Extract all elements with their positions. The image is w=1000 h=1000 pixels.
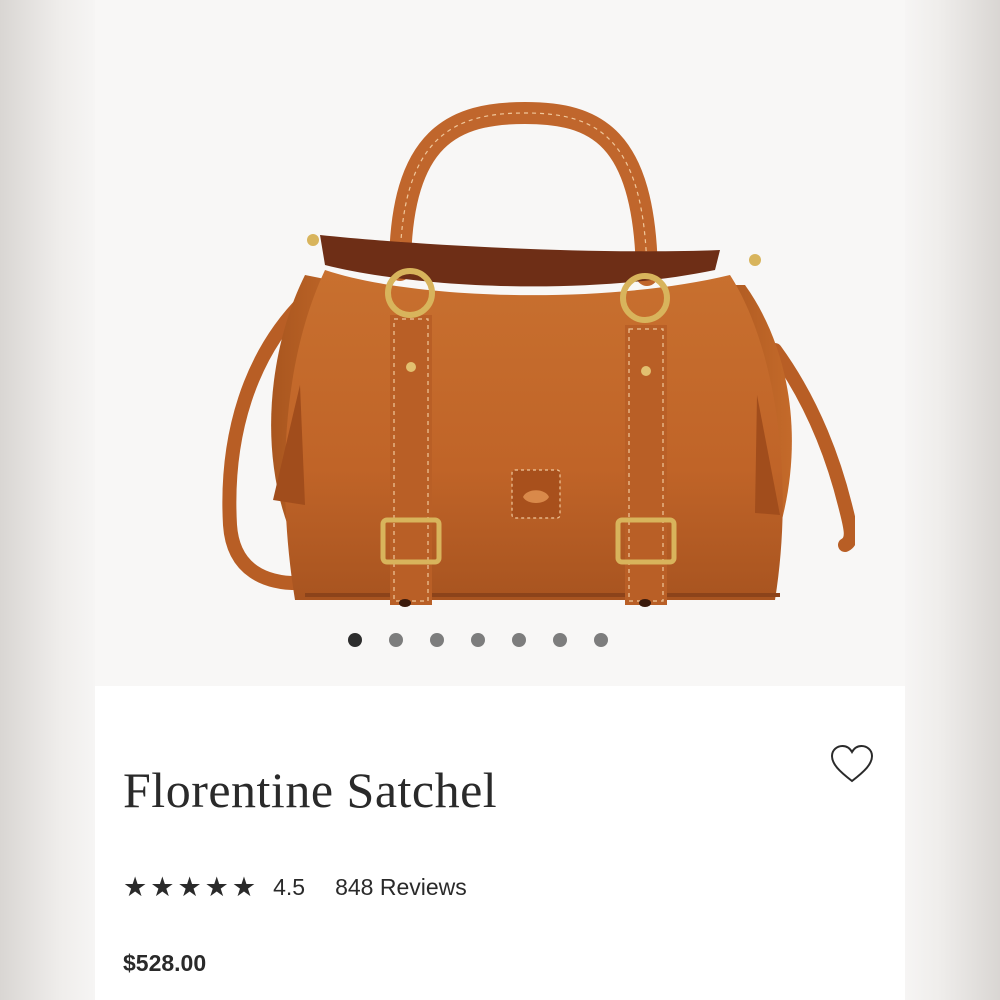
carousel-dot-6[interactable]	[553, 633, 567, 647]
product-details: Florentine Satchel ★ ★ ★ ★ ★ 4.5 848 Rev…	[95, 686, 905, 1000]
carousel-dot-4[interactable]	[471, 633, 485, 647]
product-price: $528.00	[123, 950, 207, 976]
star-icon: ★	[123, 872, 148, 903]
carousel-dot-2[interactable]	[389, 633, 403, 647]
page-backdrop: Florentine Satchel ★ ★ ★ ★ ★ 4.5 848 Rev…	[0, 0, 1000, 1000]
heart-outline-icon[interactable]	[830, 744, 874, 784]
star-icon: ★	[231, 872, 257, 903]
star-rating: ★ ★ ★ ★ ★	[123, 874, 256, 901]
reviews-link[interactable]: 848 Reviews	[335, 874, 467, 901]
carousel-dot-1[interactable]	[348, 633, 362, 647]
rating-row: ★ ★ ★ ★ ★ 4.5 848 Reviews	[123, 874, 467, 901]
carousel-dot-5[interactable]	[512, 633, 526, 647]
product-card: Florentine Satchel ★ ★ ★ ★ ★ 4.5 848 Rev…	[95, 0, 905, 1000]
star-icon: ★	[150, 872, 175, 903]
product-title: Florentine Satchel	[123, 762, 498, 818]
carousel-dot-3[interactable]	[430, 633, 444, 647]
product-image	[222, 101, 855, 607]
rating-value: 4.5	[273, 874, 306, 900]
product-image-gallery[interactable]	[95, 0, 905, 686]
star-icon: ★	[204, 872, 229, 903]
star-icon: ★	[177, 872, 202, 903]
carousel-dots	[73, 633, 883, 647]
carousel-dot-7[interactable]	[594, 633, 608, 647]
